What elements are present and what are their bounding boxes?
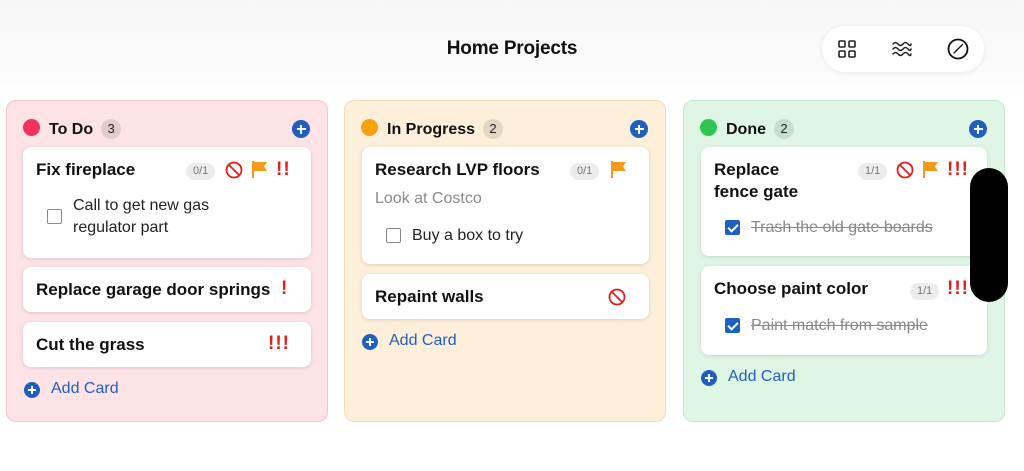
priority-indicator: !!!	[268, 333, 290, 354]
column-title-text: Done	[726, 121, 766, 138]
priority-indicator: !!!	[947, 278, 969, 299]
flag-icon	[923, 161, 938, 178]
card-fix-fireplace[interactable]: Fix fireplace 0/1 !! Call to get new gas…	[23, 147, 311, 258]
add-card-icon-button[interactable]	[292, 120, 310, 138]
add-card-button[interactable]: Add Card	[24, 379, 144, 401]
card-title: Research LVP floors	[375, 160, 540, 179]
checklist-item: Buy a box to try	[386, 225, 636, 247]
card-note: Look at Costco	[375, 190, 482, 207]
column-title-text: In Progress	[387, 121, 476, 138]
checklist-item: Trash the old gate boards	[725, 217, 975, 239]
card-replace-garage-door-springs[interactable]: Replace garage door springs !	[23, 267, 311, 312]
column-header: In Progress 2	[345, 115, 665, 141]
status-dot	[361, 119, 378, 136]
card-title: Repaint walls	[375, 287, 484, 306]
status-dot	[23, 119, 40, 136]
column-header: Done 2	[684, 115, 1004, 141]
checklist-item: Paint match from sample	[725, 315, 975, 337]
checklist-item-text: Paint match from sample	[751, 317, 928, 334]
card-research-lvp-floors[interactable]: Research LVP floors 0/1 Look at Costco B…	[362, 147, 649, 264]
column-title-text: To Do	[49, 121, 94, 138]
add-card-icon-button[interactable]	[969, 120, 987, 138]
add-card-label: Add Card	[51, 380, 119, 397]
checkbox-checked[interactable]	[725, 318, 740, 333]
column-todo: To Do 3 Fix fireplace 0/1 !! Call to get …	[6, 100, 328, 422]
checklist-item-text: regulator part	[73, 219, 169, 236]
checklist-progress-badge: 0/1	[186, 163, 216, 180]
checkbox[interactable]	[47, 209, 62, 224]
scroll-handle[interactable]	[970, 168, 1008, 302]
card-title: Replace	[714, 160, 780, 179]
add-card-icon-button[interactable]	[630, 120, 648, 138]
view-toolbar	[822, 26, 984, 72]
column-title: Done 2	[726, 119, 794, 139]
column-title: In Progress 2	[387, 119, 504, 139]
blocked-icon	[225, 161, 243, 179]
checklist-progress-badge: 0/1	[570, 163, 600, 180]
checkbox[interactable]	[386, 228, 401, 243]
plus-circle-icon	[701, 370, 717, 386]
add-card-label: Add Card	[728, 368, 796, 385]
card-count-badge: 3	[101, 119, 122, 139]
card-replace-fence-gate[interactable]: Replace fence gate 1/1 !!! Trash the old…	[701, 147, 987, 256]
card-cut-the-grass[interactable]: Cut the grass !!!	[23, 322, 311, 367]
status-dot	[700, 119, 717, 136]
checklist-item-text: Trash the old gate boards	[751, 219, 933, 236]
checklist-item-text: Call to get new gas	[73, 197, 210, 214]
priority-indicator: !!!	[947, 159, 969, 180]
card-title: Cut the grass	[36, 335, 145, 354]
checklist-progress-badge: 1/1	[910, 283, 940, 300]
flag-icon	[611, 161, 626, 178]
blocked-icon	[896, 161, 914, 179]
card-count-badge: 2	[483, 119, 504, 139]
grid-view-icon[interactable]	[835, 37, 859, 61]
flag-icon	[252, 161, 267, 178]
column-header: To Do 3	[7, 115, 327, 141]
add-card-button[interactable]: Add Card	[701, 367, 821, 389]
plus-circle-icon	[24, 382, 40, 398]
column-title: To Do 3	[49, 119, 122, 139]
waves-filter-icon[interactable]	[890, 37, 914, 61]
card-choose-paint-color[interactable]: Choose paint color 1/1 !!! Paint match f…	[701, 266, 987, 355]
column-in-progress: In Progress 2 Research LVP floors 0/1 Loo…	[344, 100, 666, 422]
card-repaint-walls[interactable]: Repaint walls	[362, 274, 649, 319]
checkbox-checked[interactable]	[725, 220, 740, 235]
blocked-icon	[608, 288, 626, 306]
checklist-progress-badge: 1/1	[858, 163, 888, 180]
card-title: Choose paint color	[714, 279, 868, 298]
column-done: Done 2 Replace fence gate 1/1 !!! Trash t…	[683, 100, 1005, 422]
checklist-item: Call to get new gas regulator part	[47, 195, 297, 239]
priority-indicator: !!	[276, 159, 291, 180]
add-card-button[interactable]: Add Card	[362, 331, 482, 353]
card-title: Fix fireplace	[36, 160, 136, 179]
priority-indicator: !	[281, 278, 289, 299]
compass-icon[interactable]	[946, 37, 970, 61]
card-title: fence gate	[714, 182, 799, 201]
card-title: Replace garage door springs	[36, 280, 271, 299]
plus-circle-icon	[362, 334, 378, 350]
add-card-label: Add Card	[389, 332, 457, 349]
checklist-item-text: Buy a box to try	[412, 227, 524, 244]
card-count-badge: 2	[774, 119, 794, 139]
